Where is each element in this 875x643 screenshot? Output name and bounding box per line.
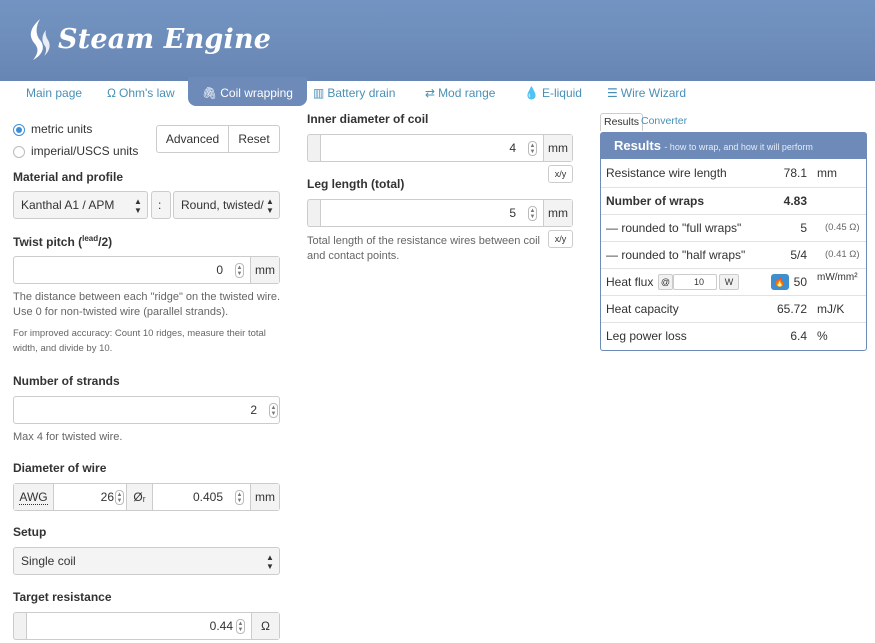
- diameter-input[interactable]: 0.405: [153, 484, 223, 510]
- spinner-icon[interactable]: ▲ ▼: [269, 403, 278, 418]
- reset-button[interactable]: Reset: [228, 125, 280, 153]
- app-title: Steam Engine: [58, 24, 272, 55]
- select-arrows-icon: ▲ ▼: [134, 197, 142, 215]
- twist-help: The distance between each "ridge" on the…: [13, 291, 281, 318]
- leg-length-help: Total length of the resistance wires bet…: [307, 235, 540, 262]
- diameter-label: Diameter of wire: [13, 461, 107, 475]
- list-icon: ☰: [607, 86, 618, 100]
- results-panel: Results - how to wrap, and how it will p…: [600, 132, 867, 351]
- fraction-button[interactable]: x/y: [548, 230, 573, 248]
- heat-flux-watts-input[interactable]: 10: [673, 274, 717, 290]
- twist-unit: mm: [250, 257, 279, 283]
- steam-flame-logo-icon: [30, 19, 50, 60]
- spinner-icon[interactable]: ▲ ▼: [235, 490, 244, 505]
- result-row: — rounded to "half wraps" 5/4 (0.41 Ω): [601, 241, 866, 268]
- results-subtitle: - how to wrap, and how it will perform: [664, 142, 813, 152]
- strands-label: Number of strands: [13, 374, 120, 388]
- metric-units-label: metric units: [31, 122, 93, 136]
- target-resistance-addon: [13, 612, 27, 640]
- metric-units-radio[interactable]: [13, 124, 25, 136]
- fraction-button[interactable]: x/y: [548, 165, 573, 183]
- droplet-icon: 💧: [524, 86, 539, 100]
- diameter-symbol: Øᵣ: [126, 484, 153, 510]
- nav-coil-wrapping[interactable]: 🖇 Coil wrapping: [188, 77, 307, 106]
- inner-diameter-addon: [307, 134, 321, 162]
- imperial-units-radio[interactable]: [13, 146, 25, 158]
- strands-field[interactable]: 2 ▲ ▼: [13, 396, 280, 424]
- spinner-icon[interactable]: ▲ ▼: [528, 206, 537, 221]
- spinner-icon[interactable]: ▲ ▼: [528, 141, 537, 156]
- heat-flux-w-unit: W: [719, 274, 739, 290]
- select-arrows-icon: ▲ ▼: [266, 553, 274, 571]
- target-resistance-field[interactable]: 0.44 ▲ ▼ Ω: [26, 612, 280, 640]
- nav-mod-range[interactable]: ⇄ Mod range: [425, 81, 495, 106]
- twist-pitch-field[interactable]: 0 ▲ ▼ mm: [13, 256, 280, 284]
- heat-flux-at: @: [658, 274, 673, 290]
- leg-length-label: Leg length (total): [307, 177, 405, 191]
- inner-diameter-field[interactable]: 4 ▲ ▼ mm: [320, 134, 573, 162]
- results-header: Results - how to wrap, and how it will p…: [601, 133, 866, 159]
- strands-input[interactable]: 2: [14, 397, 257, 423]
- leg-length-input[interactable]: 5: [321, 200, 516, 226]
- target-resistance-input[interactable]: 0.44: [27, 613, 233, 639]
- spinner-icon[interactable]: ▲ ▼: [115, 490, 124, 505]
- diameter-unit: mm: [250, 484, 279, 510]
- nav-wire-wizard[interactable]: ☰ Wire Wizard: [607, 81, 686, 106]
- spinner-icon[interactable]: ▲ ▼: [236, 619, 245, 634]
- inner-diameter-label: Inner diameter of coil: [307, 112, 429, 126]
- awg-input[interactable]: 26: [54, 484, 114, 510]
- setup-label: Setup: [13, 525, 47, 539]
- nav-ohms-law[interactable]: Ω Ohm's law: [107, 81, 175, 106]
- result-row: Resistance wire length 78.1 mm: [606, 166, 837, 180]
- material-profile-separator: :: [151, 191, 171, 219]
- heat-flux-unit: mW/mm²: [817, 272, 858, 283]
- spinner-icon[interactable]: ▲ ▼: [235, 263, 244, 278]
- omega-icon: Ω: [107, 86, 116, 100]
- ohm-unit: Ω: [251, 613, 279, 639]
- twist-pitch-input[interactable]: 0: [14, 257, 223, 283]
- paperclip-icon: 🖇: [202, 86, 218, 100]
- main-nav: Main page Ω Ohm's law 🖇 Coil wrapping ▥ Bat…: [0, 77, 875, 106]
- profile-select[interactable]: Round, twisted/ ▲ ▼: [173, 191, 280, 219]
- result-row: — rounded to "full wraps" 5 (0.45 Ω): [601, 214, 866, 241]
- flame-toggle-icon[interactable]: 🔥: [771, 274, 789, 290]
- strands-help: Max 4 for twisted wire.: [13, 431, 123, 443]
- material-label: Material and profile: [13, 170, 124, 184]
- app-header: Steam Engine: [0, 0, 875, 81]
- leg-length-field[interactable]: 5 ▲ ▼ mm: [320, 199, 573, 227]
- diameter-field: AWG 26 ▲ ▼ Øᵣ 0.405 ▲ ▼ mm: [13, 483, 280, 511]
- awg-label: AWG: [14, 484, 54, 510]
- material-select[interactable]: Kanthal A1 / APM ▲ ▼: [13, 191, 148, 219]
- result-row: Leg power loss 6.4 %: [601, 322, 866, 349]
- twist-pitch-label: Twist pitch (lead/2): [13, 234, 113, 249]
- leg-length-unit: mm: [543, 200, 572, 226]
- select-arrows-icon: ▲ ▼: [266, 197, 274, 215]
- nav-e-liquid[interactable]: 💧 E-liquid: [524, 81, 582, 106]
- swap-arrows-icon: ⇄: [425, 86, 436, 100]
- tab-results[interactable]: Results: [600, 113, 644, 131]
- nav-main-page[interactable]: Main page: [26, 81, 82, 106]
- target-resistance-label: Target resistance: [13, 590, 112, 604]
- result-row: Heat capacity 65.72 mJ/K: [601, 295, 866, 322]
- leg-length-addon: [307, 199, 321, 227]
- advanced-button[interactable]: Advanced: [156, 125, 229, 153]
- results-title: Results: [614, 138, 661, 153]
- setup-select[interactable]: Single coil ▲ ▼: [13, 547, 280, 575]
- result-row: Number of wraps 4.83: [601, 187, 866, 214]
- twist-help-accuracy: For improved accuracy: Count 10 ridges, …: [13, 328, 266, 354]
- bar-chart-icon: ▥: [313, 86, 325, 100]
- inner-diameter-input[interactable]: 4: [321, 135, 516, 161]
- tab-converter[interactable]: Converter: [638, 113, 690, 131]
- heat-flux-row: Heat flux @ 10 W 🔥 50 mW/mm²: [601, 268, 866, 295]
- nav-battery-drain[interactable]: ▥ Battery drain: [313, 81, 395, 106]
- inner-diameter-unit: mm: [543, 135, 572, 161]
- imperial-units-label: imperial/USCS units: [31, 144, 139, 158]
